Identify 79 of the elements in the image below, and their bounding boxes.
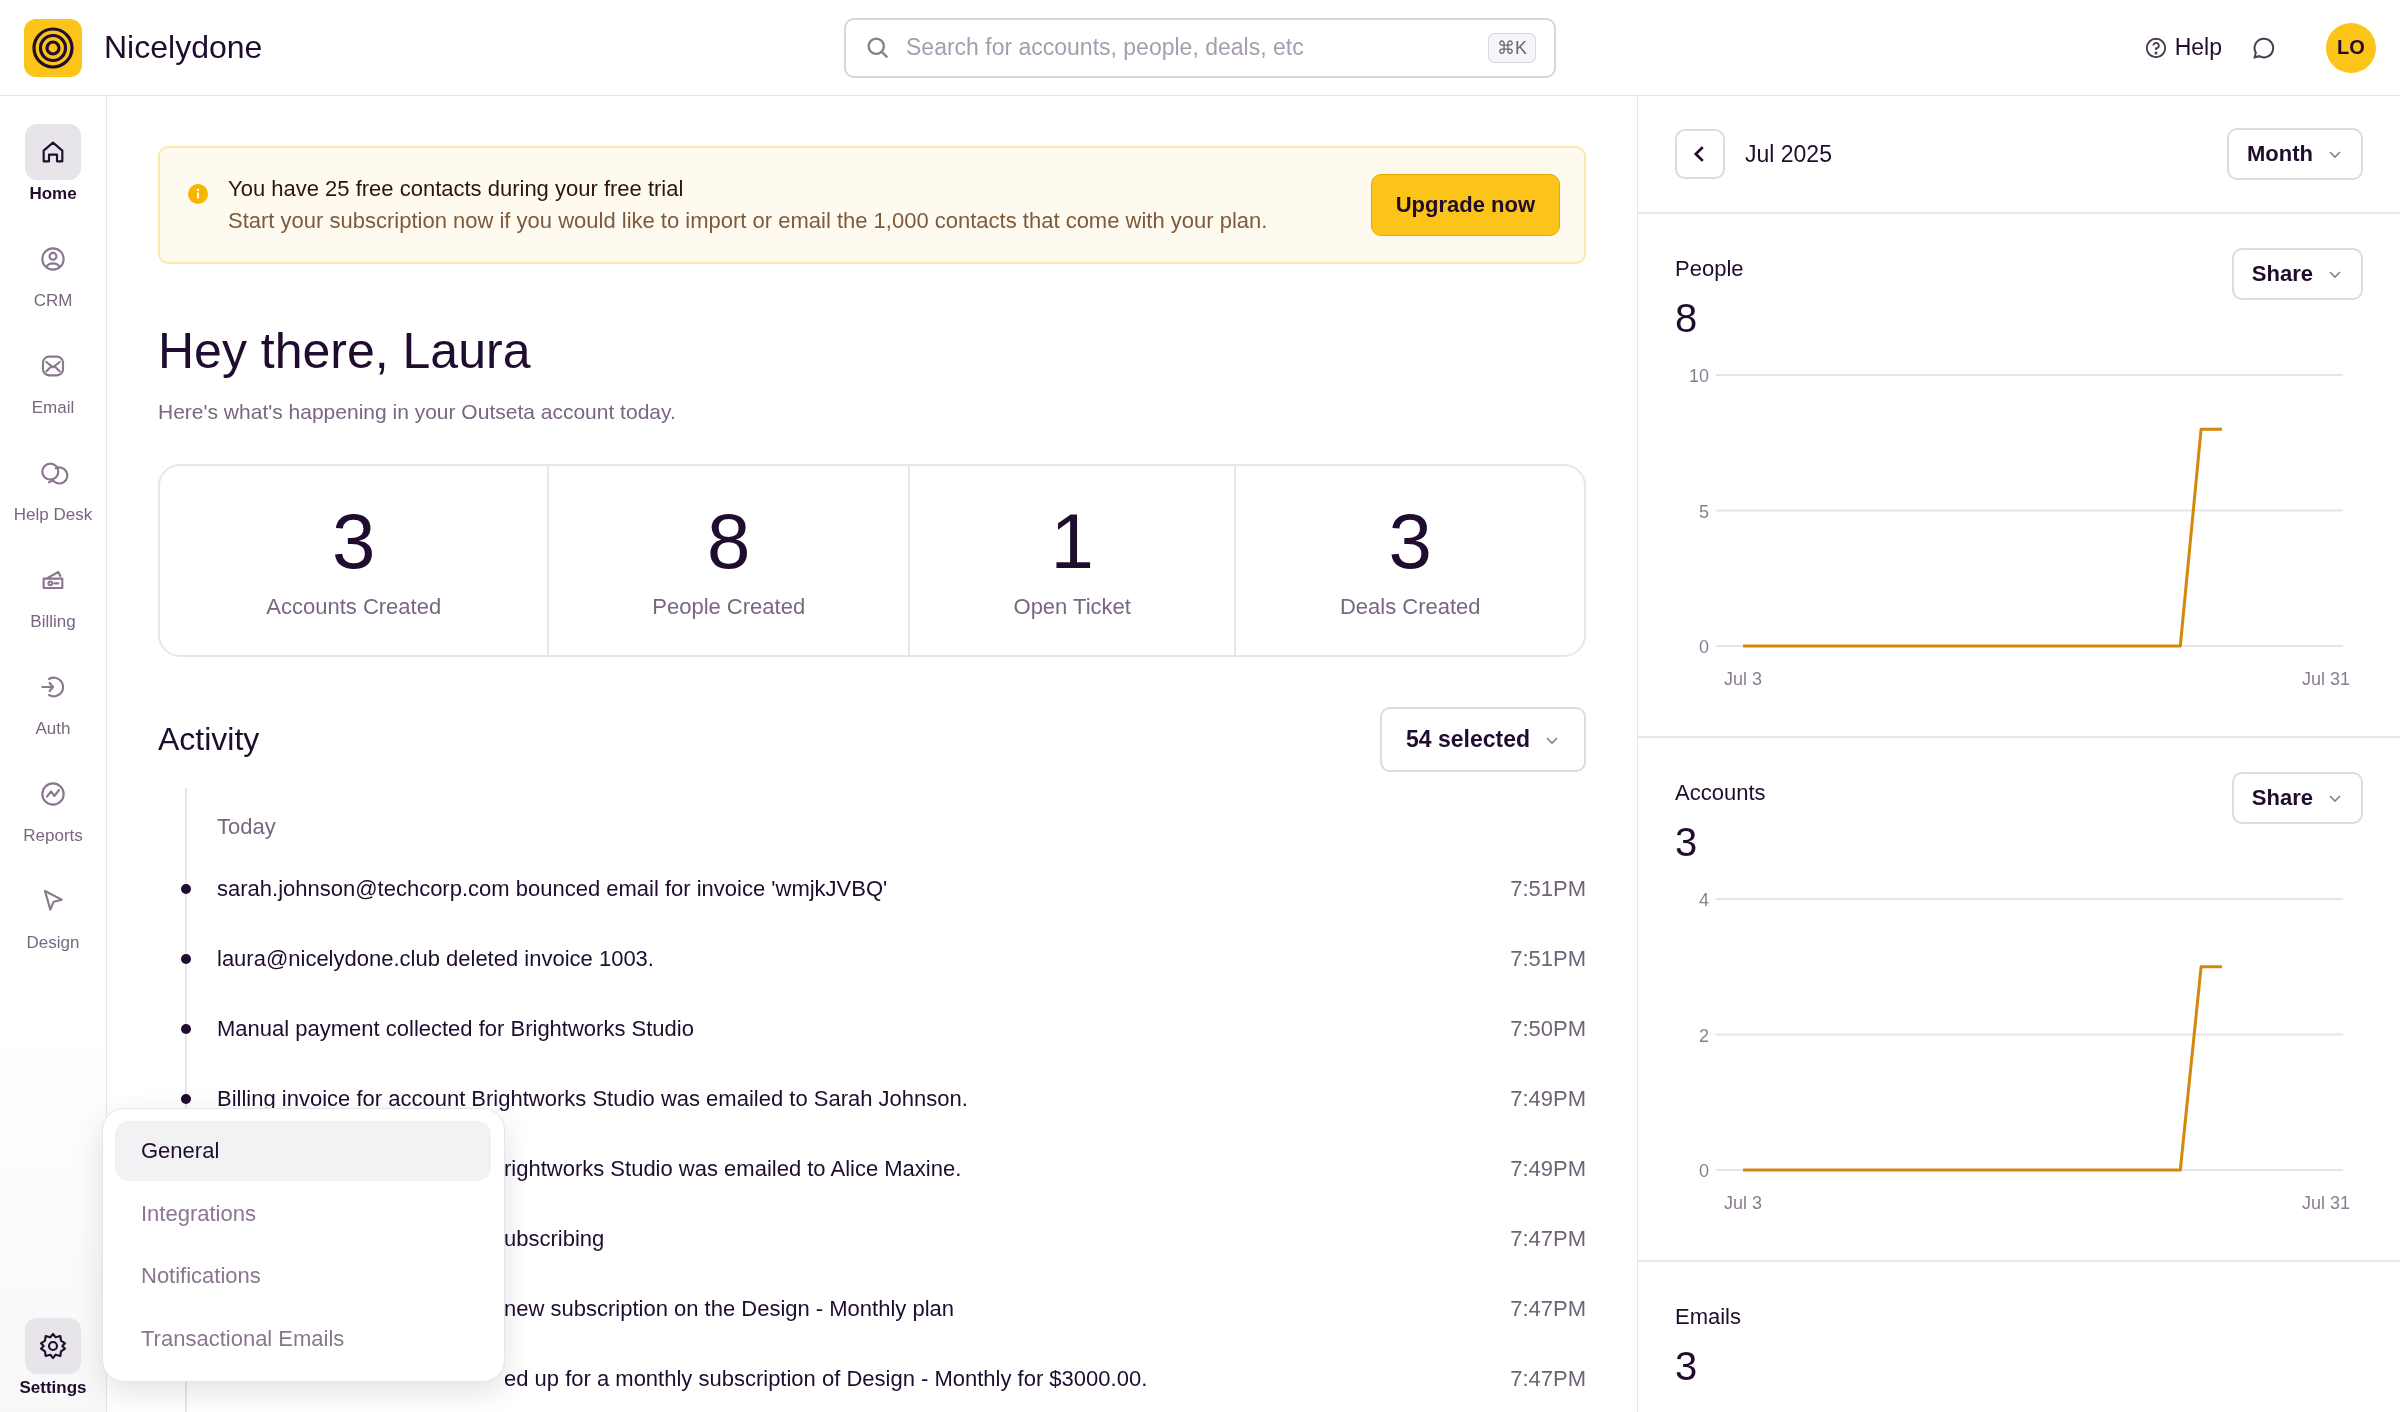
axis-label: 10: [1688, 366, 1709, 386]
stat-value: 3: [332, 501, 376, 580]
period-label: Jul 2025: [1745, 140, 1833, 168]
stat-value: 8: [707, 501, 751, 580]
activity-time: 7:47PM: [1510, 1296, 1586, 1322]
filter-dropdown[interactable]: 54 selected: [1379, 707, 1586, 772]
app-name: Nicelydone: [104, 29, 263, 66]
stat-label: Open Ticket: [1013, 593, 1131, 620]
bullet-dot: [181, 884, 191, 894]
stat-label: Accounts Created: [266, 593, 442, 620]
shortcut-key: ⌘K: [1488, 32, 1536, 63]
axis-label: Jul 3: [1724, 669, 1762, 689]
nav-item[interactable]: Email: [3, 338, 103, 418]
activity-title: Activity: [158, 721, 260, 758]
help-button[interactable]: Help: [2142, 34, 2222, 61]
metric-title: People: [1675, 256, 1744, 282]
axis-label: Jul 3: [1724, 1193, 1762, 1213]
activity-text: ubscribing: [503, 1226, 606, 1252]
axis-label: 4: [1699, 890, 1709, 910]
activity-text: new subscription on the Design - Monthly plan: [503, 1296, 956, 1322]
user-avatar[interactable]: LO: [2326, 22, 2376, 73]
share-dropdown[interactable]: Share: [2231, 772, 2363, 824]
axis-label: 5: [1699, 501, 1709, 522]
stat-label: Deals Created: [1339, 593, 1481, 620]
activity-time: 7:51PM: [1510, 946, 1586, 972]
back-button[interactable]: [1675, 129, 1725, 179]
activity-time: 7:47PM: [1510, 1366, 1586, 1392]
nav-item[interactable]: Auth: [3, 659, 103, 739]
stat-value: 1: [1050, 501, 1094, 580]
stat-value: 3: [1388, 501, 1432, 580]
nav-item[interactable]: Design: [3, 873, 103, 953]
search-input[interactable]: Search for accounts, people, deals, etc: [904, 33, 1476, 62]
activity-text: Billing invoice for account Brightworks Studio was emailed to Sarah Johnson.: [217, 1086, 969, 1112]
range-dropdown[interactable]: Month: [2227, 128, 2363, 180]
activity-text: sarah.johnson@techcorp.com bounced email for invoice 'wmjkJVBQ': [217, 876, 889, 902]
activity-time: 7:50PM: [1510, 1016, 1586, 1042]
axis-label: 0: [1699, 637, 1709, 657]
activity-time: 7:49PM: [1510, 1086, 1586, 1112]
bullet-dot: [181, 1094, 191, 1104]
nav-item[interactable]: Home: [3, 124, 103, 204]
activity-time: 7:47PM: [1510, 1226, 1586, 1252]
activity-text: ed up for a monthly subscription of Design - Monthly for $3000.00.: [503, 1366, 1149, 1392]
activity-text: laura@nicelydone.club deleted invoice 1003.: [217, 946, 655, 972]
axis-label: 2: [1699, 1025, 1709, 1046]
menu-item[interactable]: General: [115, 1121, 491, 1181]
share-dropdown[interactable]: Share: [2231, 248, 2363, 300]
activity-text: rightworks Studio was emailed to Alice Maxine.: [503, 1156, 963, 1182]
nav-item[interactable]: Settings: [3, 1318, 103, 1398]
activity-time: 7:49PM: [1510, 1156, 1586, 1182]
metric-value: 3: [1675, 820, 1699, 865]
stat-label: People Created: [652, 593, 806, 620]
search-field[interactable]: Search for accounts, people, deals, etc ⌘K: [844, 17, 1556, 78]
menu-item[interactable]: Integrations: [115, 1183, 491, 1244]
axis-label: Jul 31: [2302, 1193, 2350, 1213]
menu-item[interactable]: Notifications: [115, 1246, 491, 1307]
settings-icon: [37, 1330, 69, 1362]
activity-text: Manual payment collected for Brightworks Studio: [217, 1016, 695, 1042]
nav-item[interactable]: Billing: [3, 552, 103, 632]
bullet-dot: [181, 1024, 191, 1034]
metric-title: Accounts: [1675, 780, 1766, 806]
activity-time: 7:51PM: [1510, 876, 1586, 902]
axis-label: 0: [1699, 1161, 1709, 1181]
nav-item[interactable]: Reports: [3, 766, 103, 846]
banner-title: You have 25 free contacts during your free trial: [228, 176, 685, 202]
info-icon: [188, 184, 208, 204]
nav-item[interactable]: CRM: [3, 231, 103, 311]
metric-title: Emails: [1675, 1304, 1741, 1330]
menu-item[interactable]: Transactional Emails: [115, 1309, 491, 1369]
greeting-title: Hey there, Laura: [158, 322, 532, 380]
day-label: Today: [216, 813, 277, 841]
axis-label: Jul 31: [2302, 669, 2350, 689]
upgrade-button[interactable]: Upgrade now: [1370, 174, 1560, 236]
metric-value: 8: [1675, 296, 1699, 341]
greeting-subtitle: Here's what's happening in your Outseta account today.: [158, 400, 677, 424]
logo-icon: [24, 18, 82, 77]
metric-value: 3: [1675, 1344, 1699, 1389]
banner-text: Start your subscription now if you would like to import or email the 1,000 contacts that come with your plan.: [228, 208, 1269, 234]
bullet-dot: [181, 954, 191, 964]
nav-item[interactable]: Help Desk: [3, 445, 103, 525]
